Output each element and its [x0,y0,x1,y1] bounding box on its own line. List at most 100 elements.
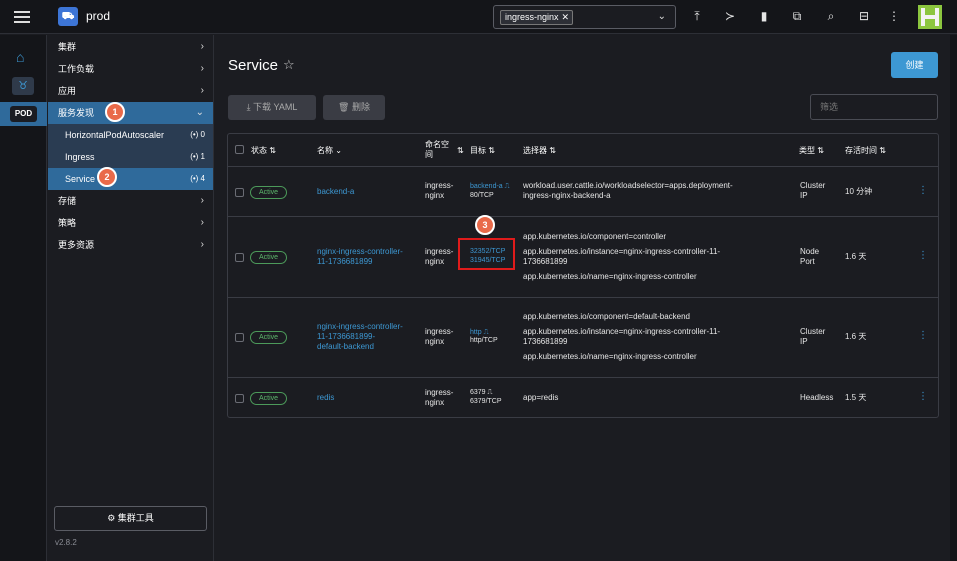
cluster-icon[interactable]: ♉ [12,77,34,95]
chevron-right-icon: › [200,195,204,206]
nav-item-service-discovery[interactable]: 服务发现 ⌄ [48,102,213,124]
nav-item-storage[interactable]: 存储 › [48,190,213,212]
chevron-right-icon: › [200,41,204,52]
more-actions-icon[interactable]: ⋮ [918,391,928,402]
type-cell: Cluster IP [800,181,826,200]
row-checkbox[interactable] [235,253,244,262]
selector-cell: app=redis [523,393,559,402]
header-state[interactable]: 状态 ⇅ [251,146,276,156]
table-row[interactable]: Active backend-a ingress-nginx backend-a… [228,168,938,217]
type-cell: Cluster IP [800,327,826,346]
namespace-chip[interactable]: ingress-nginx ✕ [500,10,574,25]
row-checkbox[interactable] [235,394,244,403]
selector-cell: workload.user.cattle.io/workloadselector… [523,181,733,200]
namespace-cell: ingress-nginx [425,181,454,200]
count-badge: (•) 0 [190,130,205,139]
row-checkbox[interactable] [235,333,244,342]
more-actions-icon[interactable]: ⋮ [918,330,928,341]
delete-button[interactable]: 🗑 删除 [323,95,385,120]
header-namespace[interactable]: 命名空间 [425,140,449,160]
more-actions-icon[interactable]: ⋮ [918,250,928,261]
namespace-cell: ingress-nginx [425,247,454,266]
more-icon[interactable]: ⋮ [886,8,902,24]
table-row[interactable]: Active nginx-ingress-controller- 11-17366… [228,218,938,298]
nav-item-more-resources[interactable]: 更多资源 › [48,234,213,256]
status-badge: Active [250,251,287,264]
file-icon[interactable]: ▮ [756,8,772,24]
more-actions-icon[interactable]: ⋮ [918,185,928,196]
age-cell: 1.6 天 [845,332,867,341]
step-badge-3: 3 [475,215,495,235]
main-content: Service ☆ 创建 ⤓ 下载 YAML 🗑 删除 筛选 状态 ⇅ 名称 ⌄… [214,35,957,561]
selector-cell: app.kubernetes.io/component=controller a… [523,232,721,281]
step-badge-1: 1 [105,102,125,122]
service-name-link[interactable]: nginx-ingress-controller- 11-1736681899 [317,247,403,267]
count-badge: (•) 4 [190,174,205,183]
header-name[interactable]: 名称 ⌄ [317,146,342,156]
table-row[interactable]: Active nginx-ingress-controller- 11-17366… [228,298,938,378]
count-badge: (•) 1 [190,152,205,161]
service-name-link[interactable]: redis [317,393,334,403]
top-bar: ⛟ prod ingress-nginx ✕ ⌄ ⤒ ≻ ▮ ⧉ ⌕ ⊟ ⋮ [0,0,957,34]
pod-label: POD [10,106,37,122]
namespace-select[interactable]: ingress-nginx ✕ ⌄ [493,5,676,29]
chevron-right-icon: › [200,85,204,96]
table-header: 状态 ⇅ 名称 ⌄ 命名空间 ⇅ 目标 ⇅ 选择器 ⇅ 类型 ⇅ 存活时间 ⇅ [228,134,938,167]
window-edge [950,35,957,561]
status-badge: Active [250,331,287,344]
page-title: Service [228,57,279,74]
namespace-cell: ingress-nginx [425,388,454,407]
highlight-box [458,238,515,270]
download-yaml-button[interactable]: ⤓ 下载 YAML [228,95,316,120]
chevron-right-icon: › [200,239,204,250]
search-icon[interactable]: ⌕ [823,8,839,24]
header-target[interactable]: 目标 ⇅ [470,146,495,156]
cluster-name[interactable]: prod [86,9,110,23]
header-namespace-sort[interactable]: ⇅ [457,146,464,156]
cluster-tools-button[interactable]: ⚙ 集群工具 [54,506,207,531]
nav-sub-hpa[interactable]: HorizontalPodAutoscaler (•) 0 [48,124,213,146]
age-cell: 1.5 天 [845,393,867,402]
rail-pod-item[interactable]: POD [0,102,47,126]
header-selector[interactable]: 选择器 ⇅ [523,146,556,156]
copy-icon[interactable]: ⧉ [789,8,805,24]
star-icon[interactable]: ☆ [283,57,295,73]
target-port: 6379/TCP [470,398,502,405]
left-rail: ⌂ ♉ POD [0,35,47,561]
home-icon[interactable]: ⌂ [16,49,24,65]
upload-icon[interactable]: ⤒ [689,8,705,24]
select-all-checkbox[interactable] [235,145,244,154]
filter-input[interactable]: 筛选 [810,94,938,120]
row-checkbox[interactable] [235,188,244,197]
service-table: 状态 ⇅ 名称 ⌄ 命名空间 ⇅ 目标 ⇅ 选择器 ⇅ 类型 ⇅ 存活时间 ⇅ … [227,133,939,418]
chevron-down-icon[interactable]: ⌄ [658,11,666,22]
nav-sub-service[interactable]: Service (•) 4 [48,168,213,190]
nav-item-policy[interactable]: 策略 › [48,212,213,234]
selector-cell: app.kubernetes.io/component=default-back… [523,312,721,361]
status-badge: Active [250,392,287,405]
terminal-icon[interactable]: ≻ [722,8,738,24]
header-type[interactable]: 类型 ⇅ [799,146,824,156]
target-port: 80/TCP [470,192,494,199]
service-name-link[interactable]: backend-a [317,187,354,197]
nav-item-cluster[interactable]: 集群 › [48,36,213,58]
namespace-cell: ingress-nginx [425,327,454,346]
target-port: http/TCP [470,337,498,344]
header-age[interactable]: 存活时间 ⇅ [845,146,886,156]
nav-item-apps[interactable]: 应用 › [48,80,213,102]
type-cell: Headless [800,393,834,402]
service-name-link[interactable]: nginx-ingress-controller- 11-1736681899- d… [317,322,403,352]
close-icon[interactable]: ✕ [562,12,570,22]
nav-item-workloads[interactable]: 工作负载 › [48,58,213,80]
chevron-down-icon: ⌄ [195,107,204,118]
book-icon[interactable]: ⊟ [856,8,872,24]
step-badge-2: 2 [97,167,117,187]
avatar[interactable] [918,5,942,29]
age-cell: 10 分钟 [845,187,873,196]
cluster-logo-icon: ⛟ [58,7,78,26]
chevron-right-icon: › [200,63,204,74]
nav-sub-ingress[interactable]: Ingress (•) 1 [48,146,213,168]
table-row[interactable]: Active redis ingress-nginx 6379 ⎍ 6379/T… [228,379,938,418]
create-button[interactable]: 创建 [891,52,938,78]
hamburger-icon[interactable] [14,11,30,23]
